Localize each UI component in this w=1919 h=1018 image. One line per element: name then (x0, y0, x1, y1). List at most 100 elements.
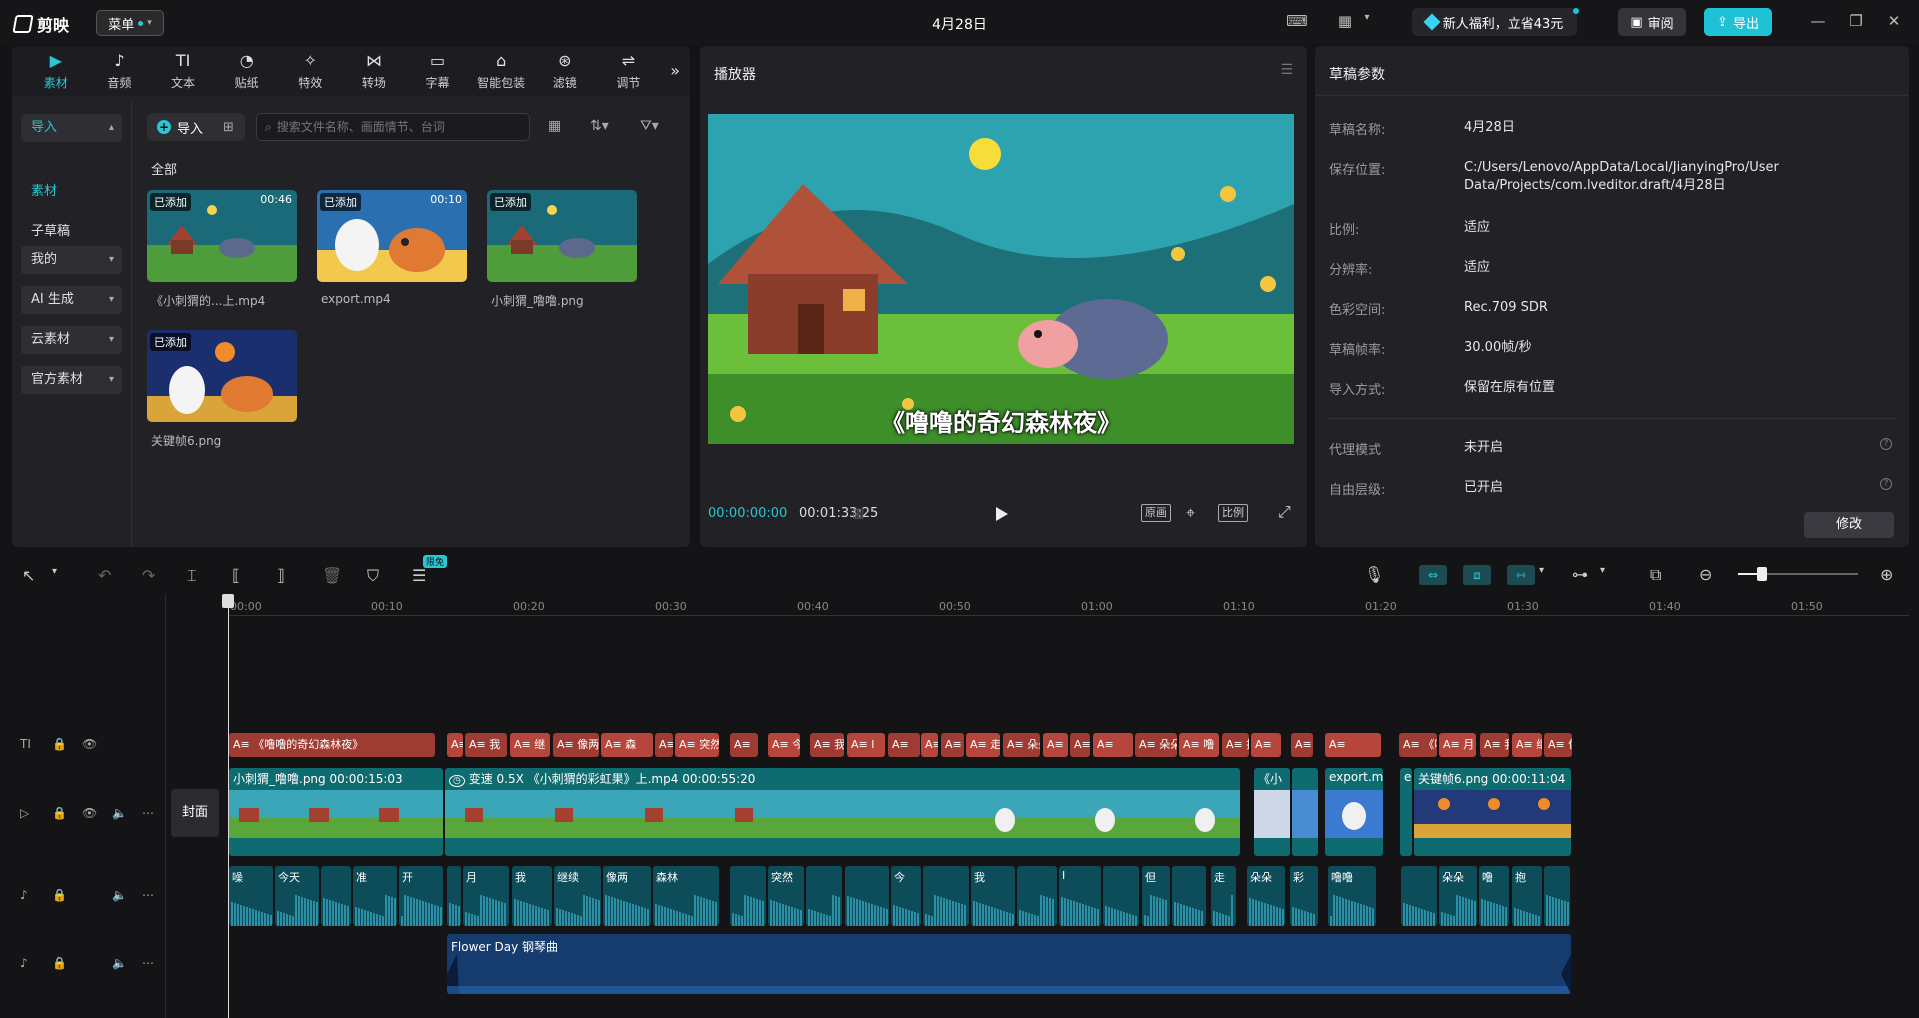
audio-clip[interactable]: 森林 (653, 866, 719, 926)
more-icon[interactable]: ⋯ (142, 806, 154, 820)
sidebar-item-official[interactable]: 官方素材 ▾ (21, 366, 122, 394)
music-clip[interactable]: Flower Day 钢琴曲 (447, 934, 1571, 994)
audio-clip[interactable]: 走 (1211, 866, 1236, 926)
eye-icon[interactable]: 👁 (82, 737, 97, 751)
sidebar-item-mine[interactable]: 我的 ▾ (21, 246, 122, 274)
video-clip[interactable]: e (1400, 768, 1412, 856)
fullscreen-icon[interactable]: ⤢ (1278, 502, 1291, 522)
text-clip[interactable]: A≡ 我 (810, 733, 844, 757)
zoom-slider[interactable] (1738, 567, 1858, 581)
audio-clip[interactable] (806, 866, 842, 926)
preview-window-icon[interactable]: ⧉ (1650, 565, 1661, 585)
audio-clip[interactable]: 我 (971, 866, 1015, 926)
text-clip[interactable]: A≡ (730, 733, 758, 757)
sidebar-item-cloud[interactable]: 云素材 ▾ (21, 326, 122, 354)
text-clip[interactable]: A≡ (888, 733, 920, 757)
shortcut-icon[interactable]: ⌨ (1286, 12, 1308, 32)
lock-icon[interactable]: 🔒 (52, 737, 67, 751)
microphone-icon[interactable]: 🎙 (1364, 565, 1384, 585)
sidebar-item-import[interactable]: 导入 ▴ (21, 114, 122, 142)
text-clip[interactable]: A≡ 今 (768, 733, 800, 757)
audio-clip[interactable]: 像两 (603, 866, 651, 926)
filter-icon[interactable]: ⛛▾ (640, 118, 659, 134)
text-clip[interactable]: A≡ 朵朵 (1003, 733, 1040, 757)
playhead[interactable] (222, 594, 234, 1018)
split-icon[interactable]: ⌶ (187, 566, 197, 586)
audio-clip[interactable]: 朵朵 (1247, 866, 1285, 926)
category-all[interactable]: 全部 (151, 159, 177, 178)
playhead-handle[interactable] (222, 594, 234, 608)
chevron-down-icon[interactable]: ▾ (52, 566, 57, 586)
text-clip[interactable]: A≡ 抱 (1222, 733, 1249, 757)
sort-icon[interactable]: ⇅▾ (590, 118, 609, 134)
lock-icon[interactable]: 🔒 (52, 806, 67, 820)
text-clip[interactable]: A≡ 像两 (1544, 733, 1572, 757)
layout-icon[interactable]: ▦ (1334, 12, 1356, 32)
cover-button[interactable]: 封面 (171, 789, 219, 837)
text-clip[interactable]: A≡ 噜噜 (1070, 733, 1090, 757)
text-clip[interactable]: A≡ 《噜噜的奇幻森林夜》 (229, 733, 435, 757)
text-clip[interactable]: A≡ 噜 (1179, 733, 1219, 757)
audio-clip[interactable]: 准 (353, 866, 397, 926)
media-item[interactable]: 已添加 00:10 (317, 190, 467, 282)
auto-caption-icon[interactable]: ☰ (412, 566, 426, 586)
tab-caption[interactable]: ▭ 字幕 (406, 46, 470, 96)
text-clip[interactable]: A≡ 月 (447, 733, 463, 757)
chevron-down-icon[interactable]: ▾ (1356, 12, 1378, 32)
text-clip[interactable]: A≡ 森 (601, 733, 653, 757)
view-grid-icon[interactable]: ▦ (548, 118, 561, 134)
text-clip[interactable]: A≡ 走 (966, 733, 1000, 757)
close-icon[interactable]: ✕ (1884, 12, 1904, 32)
undo-icon[interactable]: ↶ (98, 566, 111, 586)
audio-clip[interactable]: 突然 (768, 866, 804, 926)
audio-clip[interactable] (1544, 866, 1570, 926)
text-clip[interactable]: A≡ 我 (465, 733, 507, 757)
audio-clip[interactable] (1401, 866, 1437, 926)
audio-clip[interactable]: 彩 (1290, 866, 1318, 926)
audio-clip[interactable]: 噜 (1479, 866, 1509, 926)
text-clip[interactable]: A≡ (941, 733, 964, 757)
tab-media[interactable]: ▶ 素材 (24, 46, 88, 96)
text-clip[interactable]: A≡ 《噜噜的奇幻森林夜》 (1399, 733, 1437, 757)
eye-icon[interactable]: 👁 (82, 806, 97, 820)
redo-icon[interactable]: ↷ (142, 566, 155, 586)
audio-clip[interactable] (1017, 866, 1057, 926)
search-input[interactable] (276, 120, 517, 134)
audio-clip[interactable] (1172, 866, 1206, 926)
text-clip[interactable]: A≡ 继 (1512, 733, 1542, 757)
zoom-out-icon[interactable]: ⊖ (1699, 565, 1712, 585)
volume-icon[interactable]: 🔈 (112, 806, 127, 820)
chevron-down-icon[interactable]: ▾ (1539, 565, 1544, 585)
text-clip[interactable]: A≡ 彩 (1043, 733, 1068, 757)
audio-clip[interactable] (1103, 866, 1139, 926)
audio-clip[interactable]: 我 (512, 866, 552, 926)
preview-axis-button[interactable]: ⇿ (1507, 565, 1535, 585)
tab-filter[interactable]: ⊛ 滤镜 (533, 46, 597, 96)
audio-clip[interactable] (845, 866, 889, 926)
export-button[interactable]: ⇪ 导出 (1704, 8, 1772, 36)
tab-audio[interactable]: ♪ 音频 (88, 46, 152, 96)
text-clip[interactable]: A≡ I (847, 733, 885, 757)
marker-icon[interactable]: ⛉ (367, 566, 379, 586)
main-track-link-button[interactable]: ⇔ (1419, 565, 1447, 585)
volume-icon[interactable]: 🔈 (112, 956, 127, 970)
auto-snap-button[interactable]: ⧈ (1463, 565, 1491, 585)
menu-icon[interactable]: ☰ (1280, 62, 1293, 78)
tab-transition[interactable]: ⋈ 转场 (342, 46, 406, 96)
text-clip[interactable]: A≡ 朵朵 (1135, 733, 1177, 757)
media-item[interactable]: 已添加 00:46 (147, 190, 297, 282)
audio-clip[interactable]: 朵朵 (1439, 866, 1477, 926)
audio-clip[interactable]: 继续 (554, 866, 601, 926)
review-button[interactable]: ▣ 审阅 (1618, 8, 1686, 36)
audio-clip[interactable]: 但 (1142, 866, 1170, 926)
text-clip[interactable]: A≡ (1325, 733, 1381, 757)
video-clip[interactable]: export.m (1325, 768, 1383, 856)
audio-clip[interactable] (321, 866, 351, 926)
trim-right-icon[interactable]: ⟧ (277, 566, 285, 586)
import-button[interactable]: + 导入 ⊞ (147, 113, 245, 141)
audio-clip[interactable] (923, 866, 969, 926)
more-icon[interactable]: ⋯ (142, 956, 154, 970)
select-tool-icon[interactable]: ↖ (22, 566, 35, 586)
delete-icon[interactable]: 🗑 (322, 566, 342, 586)
restore-icon[interactable]: ❐ (1846, 12, 1866, 32)
